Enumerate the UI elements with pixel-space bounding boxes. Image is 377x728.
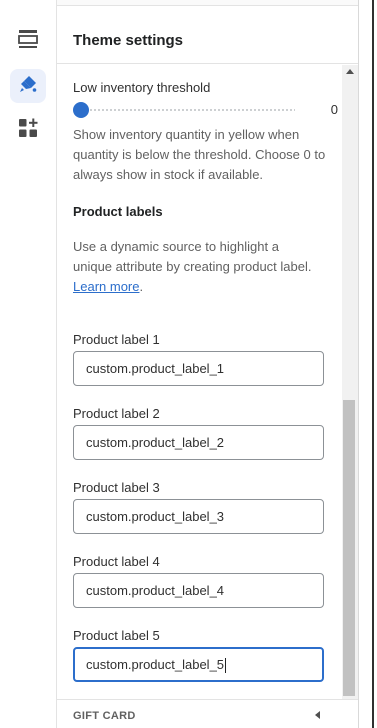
- chevron-left-icon[interactable]: [315, 711, 320, 719]
- product-labels-help-text: Use a dynamic source to highlight a uniq…: [73, 239, 312, 274]
- product-label-5-value: custom.product_label_5: [86, 657, 225, 672]
- product-label-3-label: Product label 3: [73, 480, 160, 495]
- apps-add-icon: [18, 118, 38, 143]
- slider-track[interactable]: [81, 108, 295, 112]
- settings-panel: Theme settings Low inventory threshold 0…: [57, 6, 358, 728]
- product-label-5-input[interactable]: custom.product_label_5: [73, 647, 324, 682]
- product-label-3-input[interactable]: custom.product_label_3: [73, 499, 324, 534]
- scroll-up-arrow-icon[interactable]: [346, 69, 354, 74]
- panel-header: Theme settings: [57, 6, 358, 64]
- scrollbar-thumb[interactable]: [343, 400, 355, 696]
- gift-card-section[interactable]: GIFT CARD: [57, 699, 358, 728]
- page-title: Theme settings: [73, 32, 184, 49]
- product-labels-heading: Product labels: [73, 204, 163, 219]
- settings-scroll-area[interactable]: Low inventory threshold 0 Show inventory…: [57, 65, 342, 697]
- inventory-threshold-slider[interactable]: 0: [73, 101, 338, 119]
- product-labels-help: Use a dynamic source to highlight a uniq…: [73, 237, 313, 297]
- product-label-4-label: Product label 4: [73, 554, 160, 569]
- slider-value: 0: [330, 102, 338, 117]
- product-label-4-input[interactable]: custom.product_label_4: [73, 573, 324, 608]
- apps-button[interactable]: [10, 113, 46, 147]
- sidebar-rail: [0, 0, 57, 728]
- inventory-help-text: Show inventory quantity in yellow when q…: [73, 127, 326, 182]
- paint-brush-icon: [18, 74, 38, 99]
- learn-more-suffix: .: [139, 279, 144, 294]
- sections-button[interactable]: [10, 24, 46, 58]
- inventory-threshold-label: Low inventory threshold: [73, 80, 211, 95]
- learn-more-link[interactable]: Learn more: [73, 279, 139, 294]
- preview-edge: [358, 0, 377, 728]
- gift-card-label: GIFT CARD: [73, 710, 136, 722]
- scrollbar[interactable]: [342, 65, 358, 699]
- slider-thumb[interactable]: [73, 102, 89, 118]
- theme-settings-button[interactable]: [10, 69, 46, 103]
- preview-divider: [372, 0, 374, 728]
- product-label-2-input[interactable]: custom.product_label_2: [73, 425, 324, 460]
- product-label-1-label: Product label 1: [73, 332, 160, 347]
- sections-icon: [18, 29, 38, 54]
- text-caret: [225, 658, 227, 674]
- product-label-1-input[interactable]: custom.product_label_1: [73, 351, 324, 386]
- product-label-5-label: Product label 5: [73, 628, 160, 643]
- product-label-2-label: Product label 2: [73, 406, 160, 421]
